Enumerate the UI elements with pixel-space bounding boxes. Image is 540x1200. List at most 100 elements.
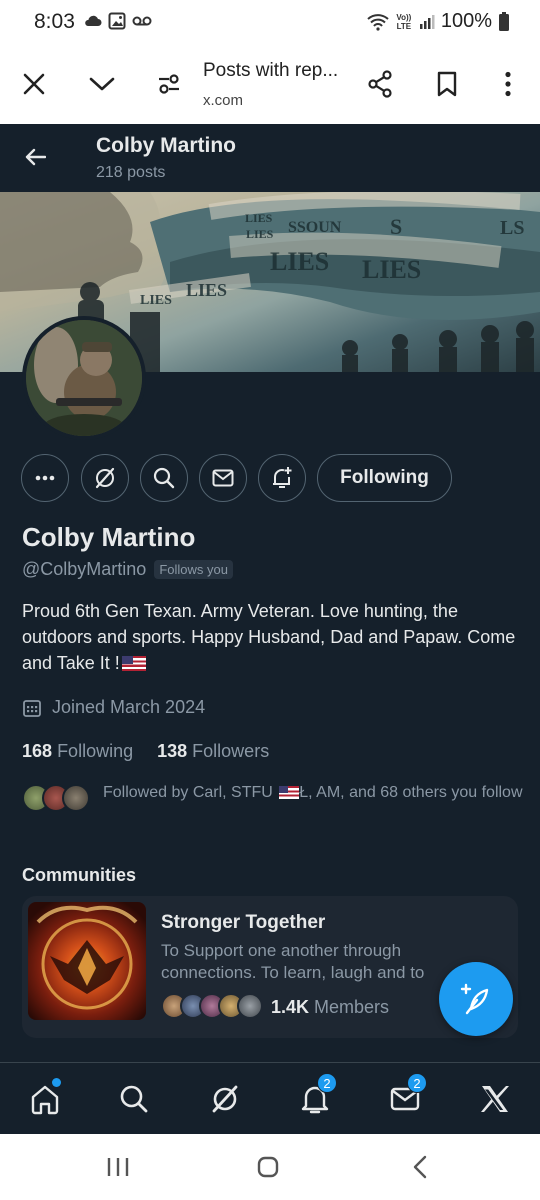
followers-stat[interactable]: 138 Followers — [157, 741, 269, 762]
nav-search[interactable] — [112, 1077, 156, 1121]
followed-by-suffix: Ł, AM, and 68 others you follow — [299, 784, 523, 801]
messages-badge: 2 — [407, 1073, 427, 1093]
followed-by-avatars — [22, 784, 92, 814]
compose-post-button[interactable] — [439, 962, 513, 1036]
nav-home[interactable] — [23, 1077, 67, 1121]
banner-text-1: LIES — [270, 247, 329, 276]
communities-heading: Communities — [22, 865, 137, 885]
android-navigation-bar — [0, 1134, 540, 1200]
more-options-button[interactable] — [488, 64, 528, 104]
message-button[interactable] — [199, 454, 247, 502]
followers-label: Followers — [192, 741, 270, 761]
following-count: 168 — [22, 741, 53, 761]
recent-apps-icon — [107, 1158, 129, 1176]
followed-by-prefix: Followed by Carl, STFU — [103, 784, 278, 801]
profile-bio: Proud 6th Gen Texan. Army Veteran. Love … — [22, 598, 522, 676]
nav-x-premium[interactable] — [473, 1077, 517, 1121]
x-logo-icon — [481, 1086, 509, 1112]
profile-avatar[interactable] — [22, 316, 146, 440]
bottom-navigation: 2 2 — [0, 1062, 540, 1134]
banner-text-4: LIES — [140, 293, 172, 308]
signal-icon — [419, 14, 435, 29]
battery-icon — [499, 11, 509, 31]
community-members: 1.4K Members — [161, 993, 389, 1021]
profile-handle: @ColbyMartino — [22, 559, 147, 579]
page-settings-button[interactable] — [149, 64, 189, 104]
back-arrow-icon — [25, 148, 46, 166]
profile-name: Colby Martino — [22, 522, 196, 552]
search-icon — [153, 467, 175, 489]
member-count: 1.4K — [271, 996, 310, 1017]
cloud-icon — [85, 15, 102, 26]
page-url[interactable]: x.com — [203, 92, 243, 109]
status-bar: 8:03 Vo)) LTE 100% — [0, 0, 540, 46]
followers-count: 138 — [157, 741, 188, 761]
followed-by[interactable]: Followed by Carl, STFU Ł, AM, and 68 oth… — [22, 782, 523, 826]
profile-actions: Following — [0, 454, 540, 502]
more-horizontal-icon — [35, 475, 55, 481]
following-button[interactable]: Following — [317, 454, 452, 502]
status-notification-icons — [84, 12, 152, 30]
banner-text-7: SSOUN — [288, 219, 342, 236]
minimize-button[interactable] — [82, 64, 122, 104]
browser-toolbar: Posts with rep... x.com — [0, 46, 540, 124]
phoenix-illustration — [36, 905, 138, 1010]
member-label: Members — [314, 996, 390, 1017]
home-unread-dot — [52, 1078, 61, 1087]
nav-grok[interactable] — [203, 1077, 247, 1121]
page-title[interactable]: Posts with rep... — [203, 60, 338, 82]
notifications-badge: 2 — [317, 1073, 337, 1093]
profile-header-bar: Colby Martino 218 posts — [0, 124, 540, 192]
status-system-icons: Vo)) LTE 100% — [367, 10, 510, 33]
nav-messages[interactable]: 2 — [383, 1073, 427, 1121]
banner-text-9: LS — [500, 217, 524, 239]
community-name: Stronger Together — [161, 912, 326, 933]
more-button[interactable] — [21, 454, 69, 502]
header-name: Colby Martino — [96, 134, 236, 157]
search-icon — [120, 1085, 148, 1113]
banner-text-6: LIES — [246, 227, 274, 241]
notification-add-icon — [273, 467, 292, 488]
android-back-button[interactable] — [400, 1152, 440, 1182]
status-time: 8:03 — [34, 10, 75, 33]
community-description: To Support one another through connectio… — [161, 941, 425, 982]
follow-stats: 168 Following 138 Followers — [22, 741, 269, 762]
home-circle-icon — [257, 1156, 279, 1178]
joined-text: Joined March 2024 — [52, 697, 206, 717]
recent-apps-button[interactable] — [98, 1152, 138, 1182]
page-settings-icon — [159, 74, 179, 94]
banner-text-5: LIES — [245, 211, 273, 225]
grok-button[interactable] — [81, 454, 129, 502]
banner-text-3: LIES — [186, 280, 227, 300]
avatar — [237, 993, 263, 1019]
following-label: Following — [57, 741, 134, 761]
close-button[interactable] — [14, 64, 54, 104]
us-flag-icon — [121, 656, 146, 671]
close-icon — [23, 73, 45, 95]
followed-by-text: Followed by Carl, STFU Ł, AM, and 68 oth… — [103, 782, 523, 803]
grok-icon — [95, 467, 115, 489]
volte-icon: Vo)) LTE — [396, 12, 412, 31]
grok-icon — [212, 1085, 238, 1113]
more-vertical-icon — [505, 71, 511, 97]
notify-button[interactable] — [258, 454, 306, 502]
message-icon — [212, 469, 234, 487]
share-icon — [368, 70, 392, 98]
back-button[interactable] — [18, 140, 52, 174]
gallery-icon — [108, 12, 126, 30]
home-button[interactable] — [248, 1152, 288, 1182]
voicemail-icon — [132, 16, 152, 26]
community-image — [28, 902, 146, 1020]
nav-notifications[interactable]: 2 — [293, 1073, 337, 1121]
following-stat[interactable]: 168 Following — [22, 741, 133, 762]
search-profile-button[interactable] — [140, 454, 188, 502]
back-chevron-icon — [413, 1155, 427, 1179]
share-button[interactable] — [360, 64, 400, 104]
compose-feather-icon — [460, 983, 489, 1015]
follows-you-badge: Follows you — [154, 560, 233, 579]
bookmark-button[interactable] — [427, 64, 467, 104]
bio-text: Proud 6th Gen Texan. Army Veteran. Love … — [22, 601, 516, 673]
avatar — [62, 784, 90, 812]
home-icon — [31, 1085, 59, 1115]
bookmark-icon — [437, 71, 457, 97]
